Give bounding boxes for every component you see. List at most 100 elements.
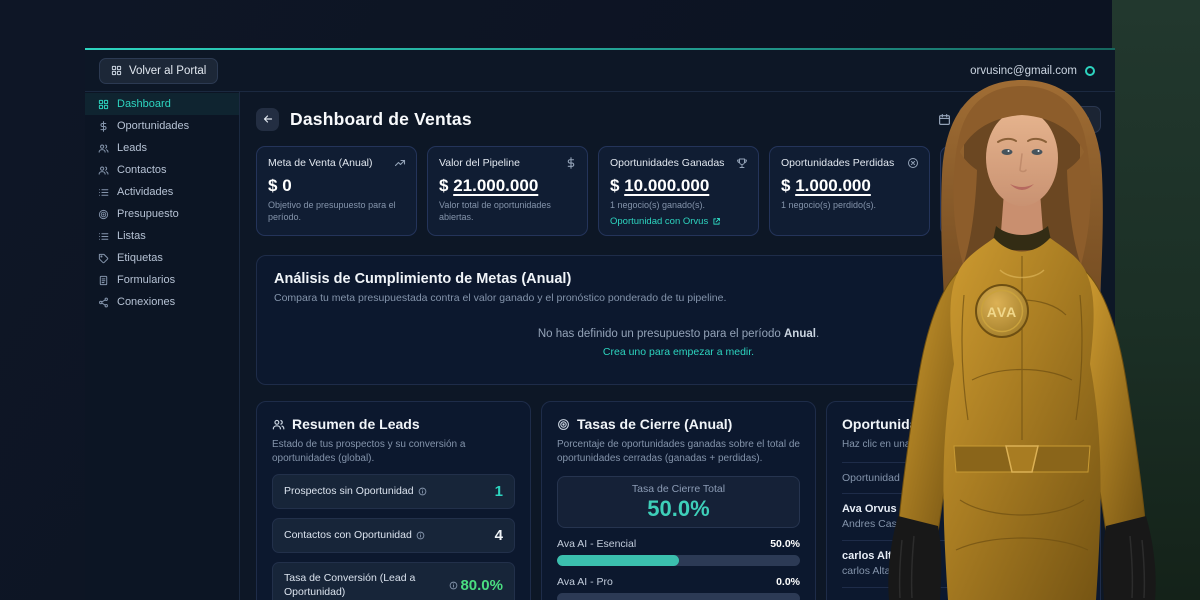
lead-stat-value: 4 xyxy=(495,527,503,544)
sidebar-item-actividades[interactable]: Actividades xyxy=(85,181,239,203)
leads-panel-title: Resumen de Leads xyxy=(292,416,420,432)
kpi-title: Oportunidades Ganadas xyxy=(610,157,747,169)
lead-stat-row: Prospectos sin Oportunidad 1 xyxy=(272,474,515,509)
bar-label: Ava AI - Esencial xyxy=(557,538,636,550)
sidebar-item-dashboard[interactable]: Dashboard xyxy=(85,93,239,115)
users-icon xyxy=(98,165,109,176)
bar-value: 0.0% xyxy=(776,576,800,588)
sidebar-item-label: Presupuesto xyxy=(117,208,179,220)
sidebar-item-label: Contactos xyxy=(117,164,167,176)
grid-icon xyxy=(111,65,122,76)
lead-stat-label: Prospectos sin Oportunidad xyxy=(284,484,427,498)
screen: { "window": { "portal_button": "Volver a… xyxy=(0,0,1200,600)
users-icon xyxy=(272,418,285,431)
account-email: orvusinc@gmail.com xyxy=(970,65,1077,77)
bar-value: 50.0% xyxy=(770,538,800,550)
sidebar-item-label: Listas xyxy=(117,230,146,242)
close-rate-bar: Ava AI - Esencial 50.0% xyxy=(557,538,800,566)
kpi-value: $ 10.000.000 xyxy=(610,176,747,196)
glove-left xyxy=(888,516,941,600)
grid-icon xyxy=(98,99,109,110)
sidebar-item-etiquetas[interactable]: Etiquetas xyxy=(85,247,239,269)
lead-stat-label: Contactos con Oportunidad xyxy=(284,528,425,542)
leads-stat-rows: Prospectos sin Oportunidad 1 Contactos con… xyxy=(272,474,515,600)
bar-track xyxy=(557,593,800,600)
ava-assistant-figure: AVA xyxy=(860,80,1200,600)
lead-stat-row: Contactos con Oportunidad 4 xyxy=(272,518,515,553)
sidebar-item-label: Oportunidades xyxy=(117,120,189,132)
kpi-value: $ 21.000.000 xyxy=(439,176,576,196)
target-icon xyxy=(557,418,570,431)
tag-icon xyxy=(98,253,109,264)
back-to-portal-button[interactable]: Volver al Portal xyxy=(99,58,218,84)
trend-icon xyxy=(394,157,406,169)
list-icon xyxy=(98,231,109,242)
info-icon xyxy=(449,581,458,590)
kpi-title: Meta de Venta (Anual) xyxy=(268,157,405,169)
dollar-icon xyxy=(98,121,109,132)
account-menu[interactable]: orvusinc@gmail.com xyxy=(970,65,1095,77)
belt-buckle xyxy=(1006,446,1038,472)
kpi-card-valor-del-pipeline: Valor del Pipeline $ 21.000.000 Valor tota… xyxy=(427,146,588,236)
close-rate-bar: Ava AI - Pro 0.0% xyxy=(557,576,800,600)
back-button[interactable] xyxy=(256,108,279,131)
kpi-card-oportunidades-ganadas: Oportunidades Ganadas $ 10.000.000 1 negoc… xyxy=(598,146,759,236)
lead-stat-row: Tasa de Conversión (Lead a Oportunidad) 8… xyxy=(272,562,515,600)
close-rates-panel: Tasas de Cierre (Anual) Porcentaje de op… xyxy=(541,401,816,600)
bar-label: Ava AI - Pro xyxy=(557,576,613,588)
sidebar-item-label: Etiquetas xyxy=(117,252,163,264)
sidebar-item-label: Conexiones xyxy=(117,296,175,308)
ava-badge: AVA xyxy=(976,285,1028,337)
ava-badge-text: AVA xyxy=(987,304,1017,320)
glove-right xyxy=(1103,516,1156,600)
leads-panel-subtitle: Estado de tus prospectos y su conversión… xyxy=(272,438,515,465)
goal-empty-prefix: No has definido un presupuesto para el p… xyxy=(538,328,784,340)
bar-fill xyxy=(557,555,679,566)
goal-empty-suffix: . xyxy=(816,328,819,340)
share-icon xyxy=(98,297,109,308)
goal-empty-period: Anual xyxy=(784,328,816,340)
lead-stat-label: Tasa de Conversión (Lead a Oportunidad) xyxy=(284,571,441,599)
sidebar-item-leads[interactable]: Leads xyxy=(85,137,239,159)
kpi-description: Objetivo de presupuesto para el período. xyxy=(268,200,405,223)
close-panel-title: Tasas de Cierre (Anual) xyxy=(577,416,732,432)
sidebar-item-listas[interactable]: Listas xyxy=(85,225,239,247)
lead-stat-value: 1 xyxy=(495,483,503,500)
info-icon xyxy=(416,531,425,540)
total-close-rate-label: Tasa de Cierre Total xyxy=(632,483,725,495)
kpi-description: 1 negocio(s) ganado(s). xyxy=(610,200,747,212)
external-icon xyxy=(712,217,721,226)
opportunity-link[interactable]: Oportunidad con Orvus xyxy=(610,216,747,227)
sidebar-item-presupuesto[interactable]: Presupuesto xyxy=(85,203,239,225)
sidebar-item-label: Leads xyxy=(117,142,147,154)
close-panel-subtitle: Porcentaje de oportunidades ganadas sobr… xyxy=(557,438,800,465)
bar-track xyxy=(557,555,800,566)
status-dot-icon xyxy=(1085,66,1095,76)
close-rate-bars: Ava AI - Esencial 50.0% Ava AI - Pro 0.0% xyxy=(557,538,800,600)
sidebar-item-label: Formularios xyxy=(117,274,175,286)
page-title: Dashboard de Ventas xyxy=(290,109,472,130)
users-icon xyxy=(98,143,109,154)
file-icon xyxy=(98,275,109,286)
kpi-value: $ 0 xyxy=(268,176,405,196)
total-close-rate-box: Tasa de Cierre Total 50.0% xyxy=(557,476,800,528)
dollar-icon xyxy=(565,157,577,169)
back-to-portal-label: Volver al Portal xyxy=(129,65,206,77)
lead-stat-value: 80.0% xyxy=(449,577,503,594)
arrow-left-icon xyxy=(262,113,274,125)
info-icon xyxy=(418,487,427,496)
sidebar-item-conexiones[interactable]: Conexiones xyxy=(85,291,239,313)
target-icon xyxy=(98,209,109,220)
kpi-card-meta-de-venta-anual: Meta de Venta (Anual) $ 0 Objetivo de pres… xyxy=(256,146,417,236)
kpi-title: Valor del Pipeline xyxy=(439,157,576,169)
sidebar-item-contactos[interactable]: Contactos xyxy=(85,159,239,181)
sidebar-item-formularios[interactable]: Formularios xyxy=(85,269,239,291)
sidebar-item-label: Dashboard xyxy=(117,98,171,110)
list-icon xyxy=(98,187,109,198)
kpi-description: Valor total de oportunidades abiertas. xyxy=(439,200,576,223)
sidebar: Dashboard Oportunidades Leads Contactos Acti… xyxy=(85,92,240,600)
total-close-rate-value: 50.0% xyxy=(647,496,709,522)
leads-summary-panel: Resumen de Leads Estado de tus prospecto… xyxy=(256,401,531,600)
sidebar-item-oportunidades[interactable]: Oportunidades xyxy=(85,115,239,137)
sidebar-item-label: Actividades xyxy=(117,186,173,198)
